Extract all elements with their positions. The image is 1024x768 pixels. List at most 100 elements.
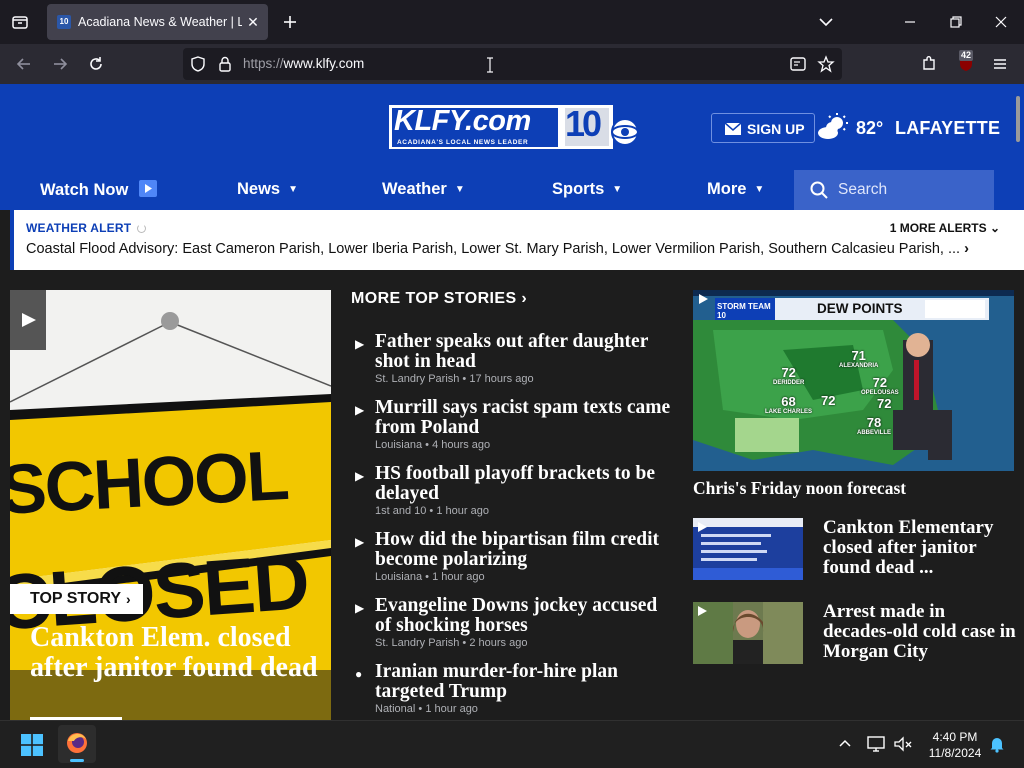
story-source[interactable]: National: [375, 703, 415, 715]
map-value-number: 71: [851, 348, 866, 363]
play-bullet-icon: ▶: [355, 601, 365, 615]
bookmark-star-icon[interactable]: [817, 55, 835, 73]
map-value: 72: [821, 393, 835, 408]
weather-alert-banner[interactable]: WEATHER ALERT 1 MORE ALERTS ⌄ Coastal Fl…: [10, 210, 1024, 270]
show-hidden-icons-chevron-icon[interactable]: [836, 735, 854, 753]
top-story-badge-label: TOP STORY: [30, 590, 121, 607]
top-story-card[interactable]: SCHOOL CLOSED TOP STORY › Cankton Elem. …: [10, 290, 331, 720]
meta-separator: •: [426, 505, 437, 517]
alert-message[interactable]: Coastal Flood Advisory: East Cameron Par…: [26, 241, 986, 257]
sign-up-button[interactable]: SIGN UP: [711, 113, 815, 143]
nav-weather[interactable]: Weather ▼: [382, 180, 465, 199]
map-value: 78 ABBEVILLE: [857, 415, 891, 436]
notification-bell-icon[interactable]: [988, 735, 1006, 753]
extensions-puzzle-icon[interactable]: [919, 54, 939, 74]
close-window-icon[interactable]: [991, 12, 1011, 32]
browser-tab-active[interactable]: 10 Acadiana News & Weather | Lafayette ✕: [47, 4, 268, 40]
volume-muted-icon[interactable]: [893, 735, 913, 753]
system-clock[interactable]: 4:40 PM 11/8/2024: [922, 729, 988, 761]
tab-overflow-chevron-icon[interactable]: [816, 12, 836, 32]
side-story-thumbnail: [693, 602, 803, 664]
address-bar[interactable]: https://www.klfy.com: [183, 48, 842, 80]
story-age: 1 hour ago: [425, 703, 478, 715]
caret-down-icon: ▼: [754, 184, 765, 195]
map-value-number: 72: [821, 393, 836, 408]
close-tab-icon[interactable]: ✕: [245, 14, 261, 30]
story-source[interactable]: St. Landry Parish: [375, 373, 459, 385]
story-source[interactable]: St. Landry Parish: [375, 637, 459, 649]
featured-caption[interactable]: Chris's Friday noon forecast: [693, 478, 906, 499]
story-source[interactable]: Louisiana: [375, 571, 422, 583]
restore-window-icon[interactable]: [946, 12, 966, 32]
more-alerts-link[interactable]: 1 MORE ALERTS ⌄: [890, 221, 1000, 235]
new-tab-icon[interactable]: [280, 12, 300, 32]
reader-view-icon[interactable]: [789, 55, 807, 73]
map-value-number: 68: [781, 394, 796, 409]
chevron-down-icon: ⌄: [989, 221, 1000, 235]
firefox-taskbar-icon[interactable]: [58, 725, 96, 763]
side-story[interactable]: Arrest made in decades-old cold case in …: [693, 602, 1016, 666]
caret-down-icon: ▼: [612, 184, 623, 195]
story-source[interactable]: Louisiana: [375, 439, 422, 451]
lock-icon[interactable]: [216, 55, 234, 73]
nav-watch-now[interactable]: Watch Now: [40, 180, 157, 200]
map-value: 72: [877, 396, 891, 411]
side-story[interactable]: Cankton Elementary closed after janitor …: [693, 518, 1014, 582]
nav-news[interactable]: News ▼: [237, 180, 298, 199]
network-icon[interactable]: [866, 735, 886, 753]
map-value-number: 72: [877, 396, 892, 411]
nav-sports[interactable]: Sports ▼: [552, 180, 622, 199]
story-title[interactable]: Murrill says racist spam texts came from…: [375, 398, 675, 438]
favicon-icon: 10: [57, 15, 71, 29]
story-meta: St. Landry Parish • 2 hours ago: [375, 637, 527, 649]
windows-start-icon[interactable]: [21, 734, 43, 756]
story-age: 17 hours ago: [469, 373, 534, 385]
logo-wordmark: KLFY.com: [394, 105, 531, 137]
active-app-indicator: [70, 759, 84, 762]
forward-arrow-icon[interactable]: [50, 54, 70, 74]
web-page: KLFY.com 10 ACADIANA'S LOCAL NEWS LEADER…: [0, 84, 1024, 720]
story-age: 1 hour ago: [432, 571, 485, 583]
meta-separator: •: [422, 439, 433, 451]
url-text[interactable]: https://www.klfy.com: [243, 56, 364, 71]
play-icon: [138, 180, 157, 197]
klfy-logo[interactable]: KLFY.com 10 ACADIANA'S LOCAL NEWS LEADER: [389, 103, 639, 151]
video-play-icon: [696, 521, 708, 533]
story-title[interactable]: Iranian murder-for-hire plan targeted Tr…: [375, 662, 675, 702]
meta-separator: •: [459, 637, 470, 649]
logo-channel-number: 10: [565, 103, 602, 144]
nav-more[interactable]: More ▼: [707, 180, 764, 199]
story-title[interactable]: HS football playoff brackets to be delay…: [375, 464, 675, 504]
nav-more-label: More: [707, 180, 747, 198]
story-source[interactable]: 1st and 10: [375, 505, 426, 517]
back-arrow-icon[interactable]: [14, 54, 34, 74]
reload-icon[interactable]: [86, 54, 106, 74]
caret-down-icon: ▼: [288, 184, 299, 195]
top-story-headline[interactable]: Cankton Elem. closed after janitor found…: [30, 623, 330, 683]
story-title[interactable]: How did the bipartisan film credit becom…: [375, 530, 675, 570]
video-play-icon[interactable]: [696, 292, 710, 306]
more-top-stories-heading[interactable]: MORE TOP STORIES ›: [351, 290, 671, 308]
story-title[interactable]: Evangeline Downs jockey accused of shock…: [375, 596, 675, 636]
app-menu-hamburger-icon[interactable]: [990, 54, 1010, 74]
temperature: 82°: [856, 118, 884, 138]
featured-video-thumbnail[interactable]: STORM TEAM 10 DEW POINTS 71 ALEXANDRIA 72 D…: [693, 290, 1014, 471]
dot-bullet-icon: ●: [355, 667, 363, 681]
story-meta: St. Landry Parish • 17 hours ago: [375, 373, 534, 385]
minimize-window-icon[interactable]: [900, 12, 920, 32]
story-title[interactable]: Father speaks out after daughter shot in…: [375, 332, 675, 372]
top-story-badge[interactable]: TOP STORY ›: [10, 584, 143, 614]
map-value-number: 72: [872, 375, 888, 390]
video-play-icon[interactable]: [10, 290, 46, 350]
map-value: 68 LAKE CHARLES: [765, 394, 812, 415]
page-scrollbar[interactable]: [1016, 96, 1020, 142]
current-weather[interactable]: 82° LAFAYETTE: [816, 112, 1016, 144]
side-story-title[interactable]: Arrest made in decades-old cold case in …: [823, 602, 1018, 662]
search-box[interactable]: Search: [794, 170, 994, 210]
weather-city: LAFAYETTE: [895, 118, 1001, 138]
side-story-title[interactable]: Cankton Elementary closed after janitor …: [823, 518, 1018, 578]
tracking-protection-shield-icon[interactable]: [189, 55, 207, 73]
more-top-stories: MORE TOP STORIES › ▶ Father speaks out af…: [351, 290, 671, 715]
list-all-tabs-icon[interactable]: [10, 12, 30, 32]
envelope-icon: [724, 122, 742, 136]
